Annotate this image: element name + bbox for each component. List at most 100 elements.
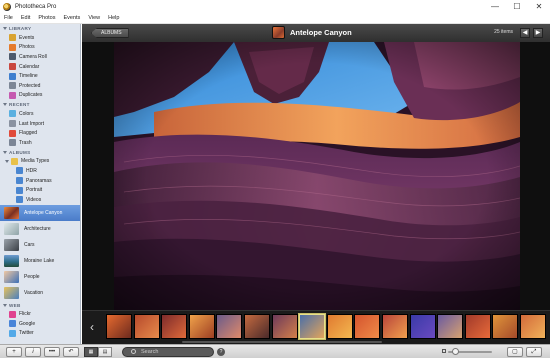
album-thumbnail xyxy=(4,206,19,219)
title-bar: Phototheca Pro — ☐ ✕ xyxy=(0,0,550,13)
filmstrip-thumbnail[interactable] xyxy=(437,314,464,339)
albums-header[interactable]: ALBUMS xyxy=(0,148,80,157)
filmstrip: ‹ › xyxy=(82,310,550,344)
library-header[interactable]: LIBRARY xyxy=(0,24,80,33)
add-button[interactable]: + xyxy=(6,347,22,357)
filmstrip-thumbnail[interactable] xyxy=(161,314,188,339)
info-button[interactable]: i xyxy=(25,347,41,357)
filmstrip-scrollbar[interactable] xyxy=(182,341,382,343)
menu-view[interactable]: View xyxy=(84,15,104,21)
sidebar-item-label: Vacation xyxy=(24,289,44,296)
items-count: 25 items xyxy=(494,29,513,35)
zoom-knob[interactable] xyxy=(452,348,459,355)
filmstrip-prev-button[interactable]: ‹ xyxy=(88,319,96,335)
minimize-button[interactable]: — xyxy=(484,0,506,13)
menu-edit[interactable]: Edit xyxy=(17,15,34,21)
sidebar-item-videos[interactable]: Videos xyxy=(0,195,80,205)
sidebar-item-label: Portrait xyxy=(26,187,43,194)
album-thumbnail xyxy=(4,270,19,283)
menu-photos[interactable]: Photos xyxy=(34,15,59,21)
videos-icon xyxy=(16,196,23,204)
rotate-button[interactable]: ↶ xyxy=(63,347,79,357)
sidebar-item-calendar[interactable]: Calendar xyxy=(0,62,80,72)
panoramas-icon xyxy=(16,177,23,185)
folder-icon xyxy=(11,157,18,165)
sidebar-album-people[interactable]: People xyxy=(0,269,80,285)
sidebar-item-label: Camera Roll xyxy=(19,53,47,60)
sidebar-item-last-import[interactable]: Last Import xyxy=(0,119,80,129)
expand-triangle-icon[interactable] xyxy=(5,159,9,163)
sidebar-item-trash[interactable]: Trash xyxy=(0,138,80,148)
recent-header[interactable]: RECENT xyxy=(0,100,80,109)
portrait-icon xyxy=(16,186,23,194)
twitter-icon xyxy=(9,329,16,337)
sidebar-item-duplicates[interactable]: Duplicates xyxy=(0,91,80,101)
sidebar-album-vacation[interactable]: Vacation xyxy=(0,285,80,301)
next-photo-button[interactable]: ▶ xyxy=(533,28,543,38)
previous-photo-button[interactable]: ◀ xyxy=(520,28,530,38)
sidebar-item-flagged[interactable]: Flagged xyxy=(0,128,80,138)
sidebar-album-architecture[interactable]: Architecture xyxy=(0,221,80,237)
sidebar-item-label: Antelope Canyon xyxy=(24,209,63,216)
filmstrip-thumbnail[interactable] xyxy=(409,314,436,339)
filmstrip-thumbnail[interactable] xyxy=(106,314,132,339)
filmstrip-thumbnail[interactable] xyxy=(354,314,381,339)
sidebar-album-moraine-lake[interactable]: Moraine Lake xyxy=(0,253,80,269)
filmstrip-thumbnail[interactable] xyxy=(299,314,326,339)
filmstrip-thumbnail[interactable] xyxy=(520,314,546,339)
duplicates-icon xyxy=(9,91,16,99)
fit-view-button[interactable]: ▢ xyxy=(507,347,523,357)
sidebar-item-flickr[interactable]: Flickr xyxy=(0,310,80,320)
filmstrip-thumbnail[interactable] xyxy=(244,314,270,339)
album-toolbar: ALBUMS Antelope Canyon 25 items ◀ ▶ xyxy=(82,24,550,42)
filmstrip-thumbnail[interactable] xyxy=(464,314,491,339)
sidebar-album-cars[interactable]: Cars xyxy=(0,237,80,253)
filmstrip-thumbnail[interactable] xyxy=(382,314,408,339)
filmstrip-thumbnail[interactable] xyxy=(133,314,160,339)
flickr-icon xyxy=(9,310,16,318)
menu-events[interactable]: Events xyxy=(59,15,84,21)
sidebar-item-label: Photos xyxy=(19,44,35,51)
sidebar-item-media-types[interactable]: Media Types xyxy=(0,157,80,167)
sidebar-item-google[interactable]: Google xyxy=(0,319,80,329)
maximize-button[interactable]: ☐ xyxy=(506,0,528,13)
sidebar-item-label: HDR xyxy=(26,167,37,174)
trash-icon xyxy=(9,139,16,147)
bottom-toolbar: + i ••• ↶ ▦ ▤ Search ? ▢ ⤢ xyxy=(0,344,550,358)
search-input[interactable]: Search xyxy=(122,347,214,357)
filmstrip-thumbnail[interactable] xyxy=(271,314,298,339)
more-button[interactable]: ••• xyxy=(44,347,60,357)
list-view-button[interactable]: ▤ xyxy=(98,347,112,357)
close-button[interactable]: ✕ xyxy=(528,0,550,13)
colors-icon xyxy=(9,110,16,118)
sidebar-item-panoramas[interactable]: Panoramas xyxy=(0,176,80,186)
sidebar-item-twitter[interactable]: Twitter xyxy=(0,329,80,339)
sidebar-item-photos[interactable]: Photos xyxy=(0,43,80,53)
help-button[interactable]: ? xyxy=(217,348,225,356)
sidebar-item-protected[interactable]: Protected xyxy=(0,81,80,91)
sidebar-item-hdr[interactable]: HDR xyxy=(0,166,80,176)
main-photo[interactable] xyxy=(114,42,520,310)
sidebar-item-label: Calendar xyxy=(19,63,40,70)
grid-view-button[interactable]: ▦ xyxy=(84,347,98,357)
sidebar-item-label: Media Types xyxy=(21,158,50,165)
menu-help[interactable]: Help xyxy=(104,15,123,21)
filmstrip-thumbnail[interactable] xyxy=(188,314,215,339)
sidebar-item-portrait[interactable]: Portrait xyxy=(0,185,80,195)
sidebar-item-timeline[interactable]: Timeline xyxy=(0,71,80,81)
camera-roll-icon xyxy=(9,53,16,61)
web-header[interactable]: WEB xyxy=(0,301,80,310)
filmstrip-thumbnail[interactable] xyxy=(492,314,519,339)
filmstrip-thumbnail[interactable] xyxy=(326,314,353,339)
fullscreen-button[interactable]: ⤢ xyxy=(526,347,542,357)
protected-icon xyxy=(9,82,16,90)
menu-file[interactable]: File xyxy=(0,15,17,21)
sidebar-item-camera-roll[interactable]: Camera Roll xyxy=(0,52,80,62)
sidebar-item-label: Google xyxy=(19,320,36,327)
filmstrip-thumbnail[interactable] xyxy=(216,314,243,339)
sidebar-album-antelope-canyon[interactable]: Antelope Canyon xyxy=(0,204,80,221)
sidebar-item-colors[interactable]: Colors xyxy=(0,109,80,119)
sidebar-item-events[interactable]: Events xyxy=(0,33,80,43)
albums-back-button[interactable]: ALBUMS xyxy=(91,28,129,38)
zoom-slider[interactable] xyxy=(442,348,492,355)
